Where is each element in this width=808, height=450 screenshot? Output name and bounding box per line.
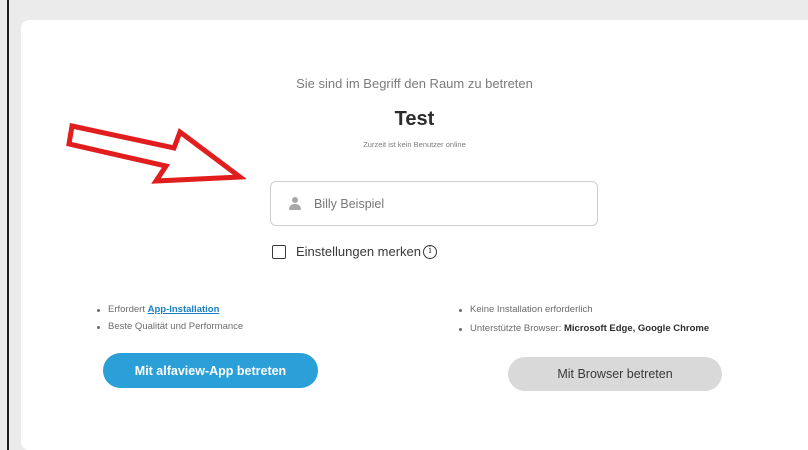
right-arrow-icon [66,123,246,184]
list-item: Unterstützte Browser: Microsoft Edge, Go… [457,322,709,341]
supported-prefix: Unterstützte Browser: [470,323,564,334]
info-icon[interactable]: i [423,244,438,259]
remember-label[interactable]: Einstellungen merken [296,244,421,259]
list-item: Erfordert App-Installation [95,303,243,320]
app-feature-list: Erfordert App-Installation Beste Qualitä… [95,303,243,337]
name-field[interactable] [270,181,598,226]
window-edge [7,0,9,450]
user-icon [288,196,302,211]
intro-text: Sie sind im Begriff den Raum zu betreten [296,76,533,91]
requires-text: Erfordert [108,304,148,315]
supported-browsers: Microsoft Edge, Google Chrome [563,323,710,334]
remember-settings[interactable]: Einstellungen merken i [272,244,438,259]
join-with-app-button[interactable]: Mit alfaview-App betreten [103,353,318,388]
list-item: Keine Installation erforderlich [457,303,709,322]
app-installation-link[interactable]: App-Installation [148,304,220,315]
browser-feature-list: Keine Installation erforderlich Unterstü… [457,303,709,341]
join-with-browser-button[interactable]: Mit Browser betreten [508,357,722,391]
remember-checkbox[interactable] [272,244,286,259]
join-room-card: Sie sind im Begriff den Raum zu betreten… [21,20,808,450]
screenshot-stage: Sie sind im Begriff den Raum zu betreten… [0,0,808,450]
list-item: Beste Qualität und Performance [95,320,243,337]
name-input[interactable] [314,196,574,211]
